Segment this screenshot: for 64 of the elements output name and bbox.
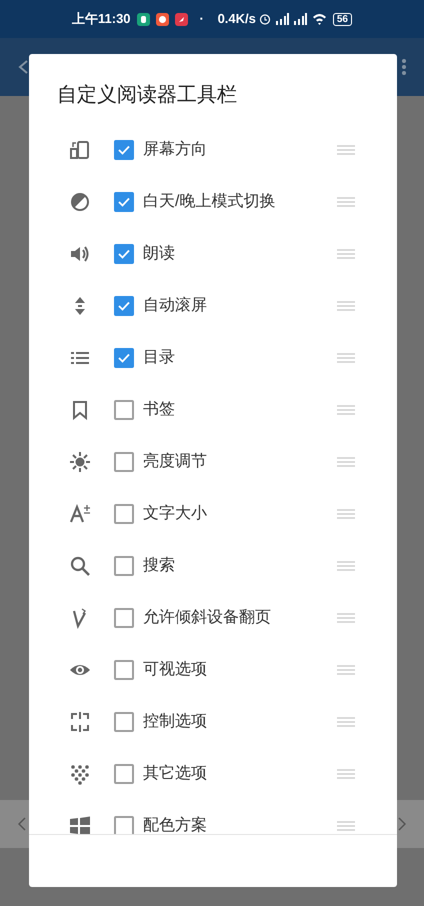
- app-icon: [156, 12, 169, 26]
- option-label: 控制选项: [143, 712, 207, 732]
- checkbox[interactable]: [114, 816, 134, 834]
- checkbox[interactable]: [114, 244, 134, 264]
- option-label: 允许倾斜设备翻页: [143, 608, 271, 628]
- rotate-screen-icon: [69, 139, 91, 161]
- option-label: 目录: [143, 348, 175, 368]
- next-icon: [398, 817, 406, 831]
- signal-icon: [292, 13, 307, 25]
- previous-icon: [18, 817, 26, 831]
- more-icon: [402, 59, 406, 75]
- checkbox[interactable]: [114, 608, 134, 628]
- option-label: 文字大小: [143, 504, 207, 524]
- option-label: 自动滚屏: [143, 296, 207, 316]
- dialog-title: 自定义阅读器工具栏: [56, 83, 238, 108]
- option-label: 配色方案: [143, 815, 207, 834]
- alarm-icon: [258, 13, 271, 25]
- checkbox[interactable]: [114, 192, 134, 212]
- wifi-icon: [312, 13, 327, 25]
- windows-icon: [69, 815, 91, 834]
- drag-handle-icon[interactable]: [337, 353, 355, 363]
- checkbox[interactable]: [114, 452, 134, 472]
- network-speed: 0.4K/s: [218, 10, 256, 28]
- drag-handle-icon[interactable]: [337, 613, 355, 623]
- checkbox[interactable]: [114, 296, 134, 316]
- drag-handle-icon[interactable]: [337, 405, 355, 415]
- drag-handle-icon[interactable]: [337, 145, 355, 155]
- option-label: 其它选项: [143, 764, 207, 784]
- drag-handle-icon[interactable]: [337, 821, 355, 831]
- drag-handle-icon[interactable]: [337, 301, 355, 311]
- dots-icon: [69, 763, 91, 785]
- drag-handle-icon[interactable]: [337, 717, 355, 727]
- option-label: 白天/晚上模式切换: [143, 192, 276, 212]
- drag-handle-icon[interactable]: [337, 249, 355, 259]
- checkbox[interactable]: [114, 504, 134, 524]
- drag-handle-icon[interactable]: [337, 197, 355, 207]
- status-time: 上午11:30: [72, 10, 131, 28]
- drag-handle-icon[interactable]: [337, 561, 355, 571]
- checkbox[interactable]: [114, 400, 134, 420]
- checkbox[interactable]: [114, 712, 134, 732]
- checkbox[interactable]: [114, 660, 134, 680]
- option-label: 书签: [143, 400, 175, 420]
- battery-indicator: 56: [332, 12, 352, 26]
- checkbox[interactable]: [114, 556, 134, 576]
- sun-icon: [69, 451, 91, 473]
- crosshair-icon: [69, 711, 91, 733]
- checkbox[interactable]: [114, 764, 134, 784]
- option-label: 亮度调节: [143, 452, 207, 472]
- option-label: 朗读: [143, 244, 175, 264]
- checkbox[interactable]: [114, 140, 134, 160]
- drag-handle-icon[interactable]: [337, 509, 355, 519]
- drag-handle-icon[interactable]: [337, 457, 355, 467]
- option-label: 搜索: [143, 556, 175, 576]
- contrast-icon: [69, 191, 91, 213]
- option-label: 可视选项: [143, 660, 207, 680]
- drag-handle-icon[interactable]: [337, 769, 355, 779]
- search-icon: [69, 555, 91, 577]
- option-label: 屏幕方向: [143, 140, 207, 160]
- drag-handle-icon[interactable]: [337, 665, 355, 675]
- checkbox[interactable]: [114, 348, 134, 368]
- notification-dot: ·: [200, 10, 204, 28]
- back-icon: [18, 60, 28, 74]
- text-size-icon: [69, 503, 91, 525]
- signal-icon: [274, 13, 289, 25]
